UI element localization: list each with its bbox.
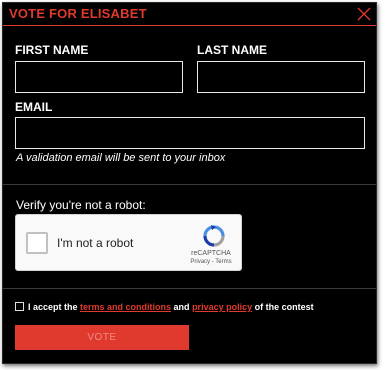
vote-modal: VOTE FOR ELISABET FIRST NAME LAST NAME E…	[2, 2, 377, 364]
consent-suffix: of the contest	[252, 302, 314, 312]
recaptcha-widget: I'm not a robot reCAPTCHA Privacy - Term…	[15, 214, 242, 271]
vote-button[interactable]: VOTE	[15, 325, 189, 350]
close-icon[interactable]	[357, 7, 371, 21]
recaptcha-logo-icon	[203, 225, 225, 247]
recaptcha-terms-link[interactable]: Terms	[215, 259, 231, 265]
terms-link[interactable]: terms and conditions	[80, 302, 171, 312]
first-name-label: FIRST NAME	[15, 43, 89, 57]
email-hint: A validation email will be sent to your …	[16, 152, 226, 164]
recaptcha-label: I'm not a robot	[57, 236, 134, 250]
consent-checkbox[interactable]	[15, 302, 24, 311]
first-name-input[interactable]	[15, 61, 183, 93]
section-divider-2	[3, 288, 376, 289]
consent-middle: and	[171, 302, 193, 312]
consent-row: I accept the terms and conditions and pr…	[15, 302, 314, 314]
recaptcha-brand: reCAPTCHA	[191, 250, 231, 257]
consent-prefix: I accept the	[28, 302, 81, 312]
modal-header: VOTE FOR ELISABET	[3, 3, 376, 26]
last-name-label: LAST NAME	[197, 43, 267, 57]
section-divider	[3, 184, 376, 185]
recaptcha-checkbox[interactable]	[26, 232, 48, 254]
captcha-prompt: Verify you're not a robot:	[16, 198, 146, 212]
last-name-input[interactable]	[197, 61, 365, 93]
modal-title: VOTE FOR ELISABET	[9, 6, 147, 21]
email-input[interactable]	[15, 117, 365, 149]
email-label: EMAIL	[15, 100, 53, 114]
recaptcha-links: Privacy - Terms	[181, 259, 241, 265]
recaptcha-privacy-link[interactable]: Privacy	[190, 259, 210, 265]
privacy-link[interactable]: privacy policy	[192, 302, 252, 312]
